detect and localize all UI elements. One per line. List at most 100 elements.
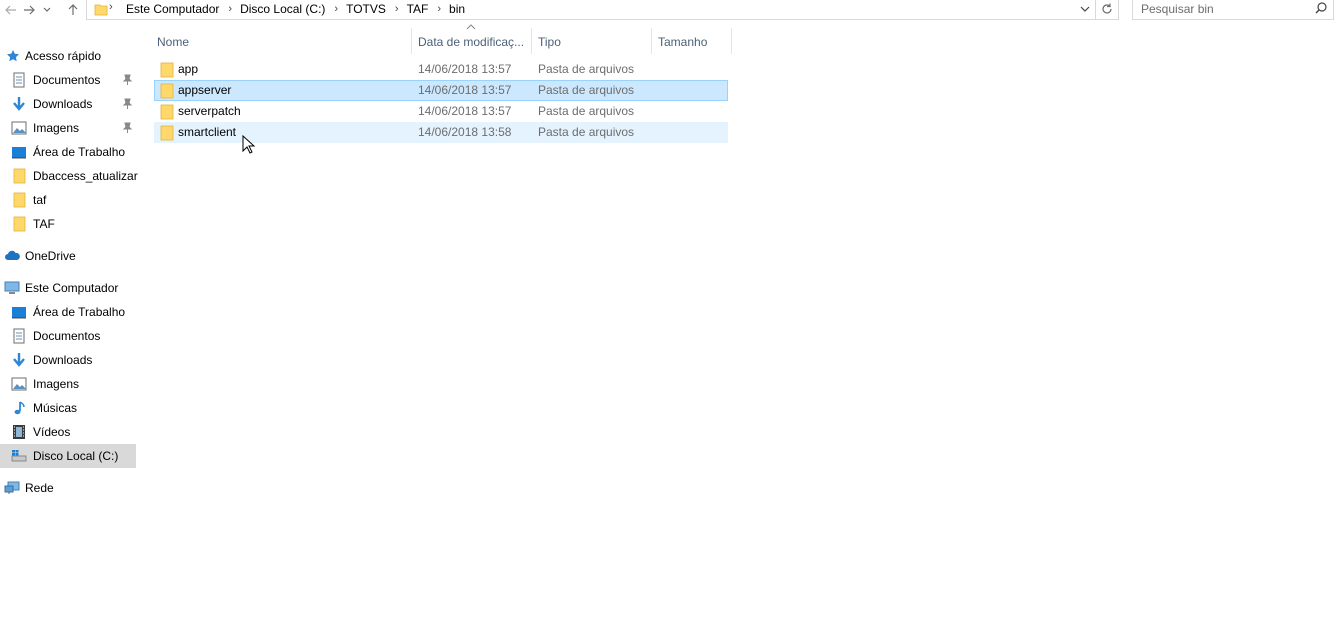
pin-icon[interactable] — [121, 98, 133, 110]
refresh-button[interactable] — [1095, 0, 1118, 19]
column-header-label: Tipo — [538, 35, 561, 49]
breadcrumb-separator-icon[interactable]: › — [228, 3, 232, 15]
table-row[interactable]: app 14/06/2018 13:57 Pasta de arquivos — [154, 59, 728, 80]
folder-icon — [11, 168, 27, 184]
search-input[interactable]: Pesquisar bin — [1141, 2, 1214, 16]
breadcrumb-separator-icon: › — [109, 1, 113, 13]
nav-network[interactable]: Rede — [0, 476, 136, 500]
folder-icon — [11, 192, 27, 208]
nav-label: Downloads — [33, 97, 93, 111]
forward-arrow-icon — [24, 5, 35, 15]
pin-icon[interactable] — [121, 74, 133, 86]
nav-label: Área de Trabalho — [33, 145, 126, 159]
breadcrumb-item[interactable]: bin — [449, 2, 465, 16]
address-dropdown-button[interactable] — [1077, 1, 1093, 17]
up-arrow-icon — [68, 4, 78, 15]
videos-icon — [11, 424, 27, 440]
documents-icon — [11, 72, 27, 88]
file-date: 14/06/2018 13:58 — [418, 125, 512, 139]
column-header-size[interactable]: Tamanho — [658, 30, 730, 54]
nav-item-downloads[interactable]: Downloads — [0, 92, 136, 116]
breadcrumb-item[interactable]: Disco Local (C:) — [240, 2, 325, 16]
nav-item-area-de-trabalho[interactable]: Área de Trabalho — [0, 140, 136, 164]
folder-icon — [94, 4, 108, 16]
nav-label: Área de Trabalho — [33, 305, 126, 319]
address-toolbar: › Este Computador › Disco Local (C:) › T… — [0, 0, 1344, 22]
search-box[interactable]: Pesquisar bin — [1132, 0, 1334, 20]
cloud-icon — [4, 248, 20, 264]
recent-locations-button[interactable] — [40, 0, 54, 20]
search-icon[interactable] — [1315, 2, 1327, 14]
chevron-down-icon — [43, 7, 51, 12]
forward-button[interactable] — [18, 0, 40, 20]
file-date: 14/06/2018 13:57 — [418, 104, 512, 118]
star-icon — [5, 48, 21, 64]
nav-item-pc-imagens[interactable]: Imagens — [0, 372, 136, 396]
column-divider[interactable] — [651, 28, 652, 54]
address-bar[interactable]: › Este Computador › Disco Local (C:) › T… — [86, 0, 1119, 20]
breadcrumb-separator-icon[interactable]: › — [395, 3, 399, 15]
desktop-icon — [11, 144, 27, 160]
mouse-cursor-icon — [242, 135, 256, 154]
table-row[interactable]: appserver 14/06/2018 13:57 Pasta de arqu… — [154, 80, 728, 101]
nav-item-taf-lower[interactable]: taf — [0, 188, 136, 212]
nav-item-imagens[interactable]: Imagens — [0, 116, 136, 140]
pictures-icon — [11, 376, 27, 392]
breadcrumb: Este Computador › Disco Local (C:) › TOT… — [126, 1, 465, 17]
music-icon — [11, 400, 27, 416]
nav-item-documentos[interactable]: Documentos — [0, 68, 136, 92]
downloads-icon — [11, 96, 27, 112]
refresh-icon — [1102, 3, 1112, 14]
computer-icon — [4, 280, 20, 296]
up-button[interactable] — [62, 0, 84, 20]
folder-icon — [160, 125, 174, 141]
breadcrumb-separator-icon[interactable]: › — [334, 3, 338, 15]
nav-label: Dbaccess_atualizar — [33, 169, 138, 183]
column-header-name[interactable]: Nome — [157, 30, 409, 54]
nav-label: Downloads — [33, 353, 93, 367]
nav-item-pc-musicas[interactable]: Músicas — [0, 396, 136, 420]
nav-label: Disco Local (C:) — [33, 449, 119, 463]
nav-quick-access[interactable]: Acesso rápido — [0, 44, 136, 68]
table-row[interactable]: smartclient 14/06/2018 13:58 Pasta de ar… — [154, 122, 728, 143]
nav-item-pc-documentos[interactable]: Documentos — [0, 324, 136, 348]
file-type: Pasta de arquivos — [538, 83, 635, 97]
nav-onedrive[interactable]: OneDrive — [0, 244, 136, 268]
column-header-date[interactable]: Data de modificaç... — [418, 30, 530, 54]
column-divider[interactable] — [531, 28, 532, 54]
file-type: Pasta de arquivos — [538, 62, 635, 76]
breadcrumb-separator-icon[interactable]: › — [437, 3, 441, 15]
breadcrumb-item[interactable]: TAF — [407, 2, 429, 16]
breadcrumb-item[interactable]: TOTVS — [346, 2, 386, 16]
folder-icon — [160, 104, 174, 120]
breadcrumb-item[interactable]: Este Computador — [126, 2, 219, 16]
chevron-down-icon — [1080, 6, 1090, 12]
nav-item-pc-downloads[interactable]: Downloads — [0, 348, 136, 372]
nav-item-pc-area-de-trabalho[interactable]: Área de Trabalho — [0, 300, 136, 324]
nav-label: Imagens — [33, 121, 80, 135]
file-name: appserver — [178, 83, 232, 97]
column-header-label: Tamanho — [658, 35, 708, 49]
table-row[interactable]: serverpatch 14/06/2018 13:57 Pasta de ar… — [154, 101, 728, 122]
column-divider[interactable] — [411, 28, 412, 54]
column-header-type[interactable]: Tipo — [538, 30, 648, 54]
pin-icon[interactable] — [121, 122, 133, 134]
nav-this-pc[interactable]: Este Computador — [0, 276, 136, 300]
nav-item-pc-disco-local[interactable]: Disco Local (C:) — [0, 444, 136, 468]
file-date: 14/06/2018 13:57 — [418, 62, 512, 76]
file-type: Pasta de arquivos — [538, 104, 635, 118]
nav-item-dbaccess-atualizar[interactable]: Dbaccess_atualizar — [0, 164, 138, 188]
back-arrow-icon — [5, 5, 16, 15]
nav-label: TAF — [33, 217, 55, 231]
nav-item-pc-videos[interactable]: Vídeos — [0, 420, 136, 444]
column-divider[interactable] — [731, 28, 732, 54]
nav-label: OneDrive — [25, 249, 76, 263]
file-name: serverpatch — [178, 104, 241, 118]
nav-item-taf-upper[interactable]: TAF — [0, 212, 136, 236]
downloads-icon — [11, 352, 27, 368]
folder-icon — [160, 83, 174, 99]
nav-label: Músicas — [33, 401, 78, 415]
folder-icon — [11, 216, 27, 232]
desktop-icon — [11, 304, 27, 320]
nav-label: taf — [33, 193, 47, 207]
